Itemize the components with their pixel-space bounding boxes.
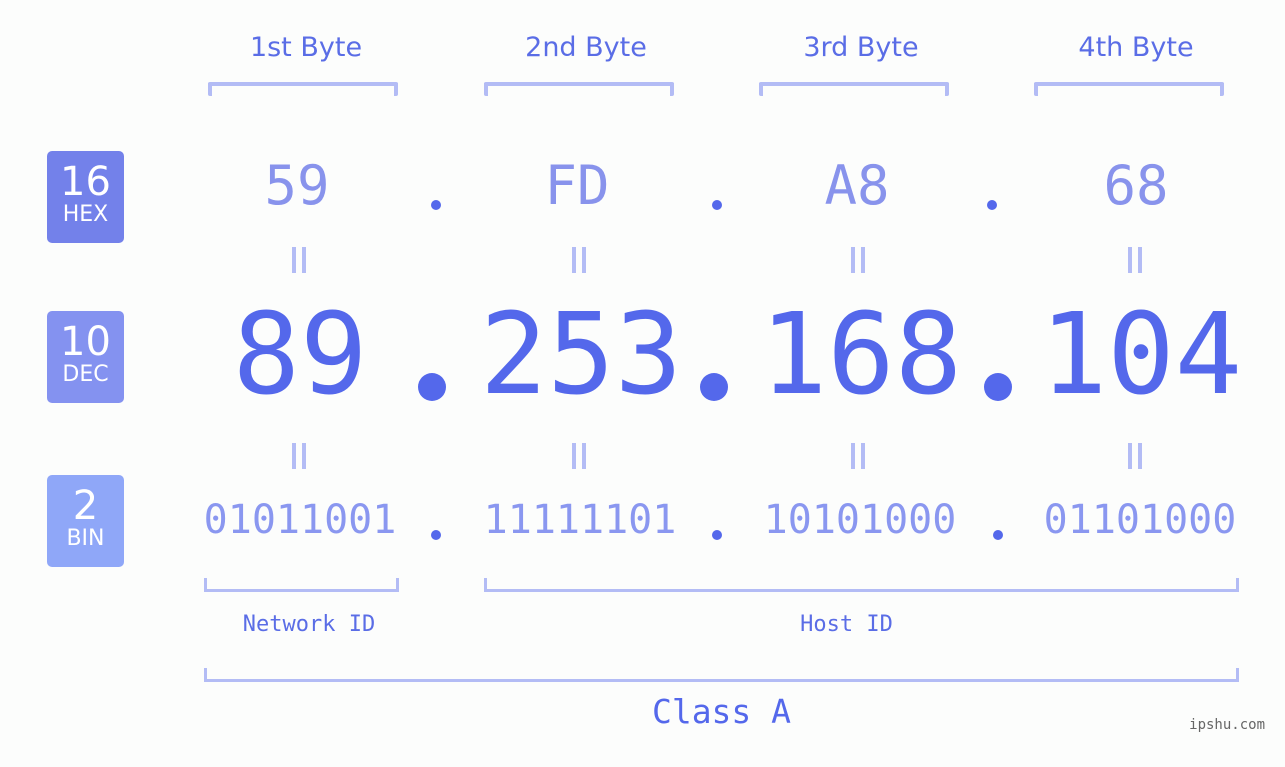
bin-octet-2: 11111101 (483, 497, 677, 543)
equals-icon (851, 443, 865, 469)
equals-icon (851, 247, 865, 273)
dec-octet-3: 168 (759, 290, 963, 420)
dec-octet-2: 253 (479, 290, 683, 420)
dec-octet-4: 104 (1039, 290, 1243, 420)
byte-header-3: 3rd Byte (803, 32, 919, 63)
dec-separator-dot (984, 373, 1012, 401)
hex-separator-dot (712, 200, 722, 210)
bin-octet-3: 10101000 (763, 497, 957, 543)
hex-octet-1: 59 (264, 154, 330, 217)
dec-badge-number: 10 (60, 319, 111, 365)
host-id-label: Host ID (800, 612, 893, 637)
bin-separator-dot (712, 530, 722, 540)
byte-bracket-3 (759, 82, 949, 96)
hex-separator-dot (987, 200, 997, 210)
dec-badge-label: DEC (62, 362, 109, 387)
watermark: ipshu.com (1189, 717, 1265, 733)
dec-badge: 10 DEC (47, 311, 124, 403)
equals-icon (572, 247, 586, 273)
byte-header-2: 2nd Byte (525, 32, 647, 63)
ip-class-label: Class A (651, 692, 792, 731)
equals-icon (292, 443, 306, 469)
bin-badge-number: 2 (72, 483, 99, 529)
hex-octet-2: FD (544, 154, 610, 217)
byte-header-1: 1st Byte (249, 32, 363, 63)
byte-bracket-2 (484, 82, 674, 96)
bin-octet-1: 01011001 (203, 497, 397, 543)
network-id-label: Network ID (242, 612, 376, 637)
equals-icon (1128, 443, 1142, 469)
hex-badge-number: 16 (60, 159, 111, 205)
host-id-bracket (484, 578, 1239, 592)
network-id-bracket (204, 578, 399, 592)
hex-octet-3: A8 (824, 154, 890, 217)
byte-bracket-1 (208, 82, 398, 96)
equals-icon (572, 443, 586, 469)
bin-badge: 2 BIN (47, 475, 124, 567)
byte-bracket-4 (1034, 82, 1224, 96)
equals-icon (1128, 247, 1142, 273)
dec-separator-dot (700, 373, 728, 401)
class-bracket (204, 668, 1239, 682)
dec-octet-1: 89 (232, 290, 368, 420)
dec-separator-dot (418, 373, 446, 401)
hex-badge-label: HEX (62, 202, 109, 227)
bin-separator-dot (993, 530, 1003, 540)
bin-octet-4: 01101000 (1043, 497, 1237, 543)
bin-separator-dot (431, 530, 441, 540)
bin-badge-label: BIN (66, 526, 105, 551)
hex-octet-4: 68 (1103, 154, 1169, 217)
hex-separator-dot (431, 200, 441, 210)
byte-header-4: 4th Byte (1078, 32, 1194, 63)
equals-icon (292, 247, 306, 273)
hex-badge: 16 HEX (47, 151, 124, 243)
